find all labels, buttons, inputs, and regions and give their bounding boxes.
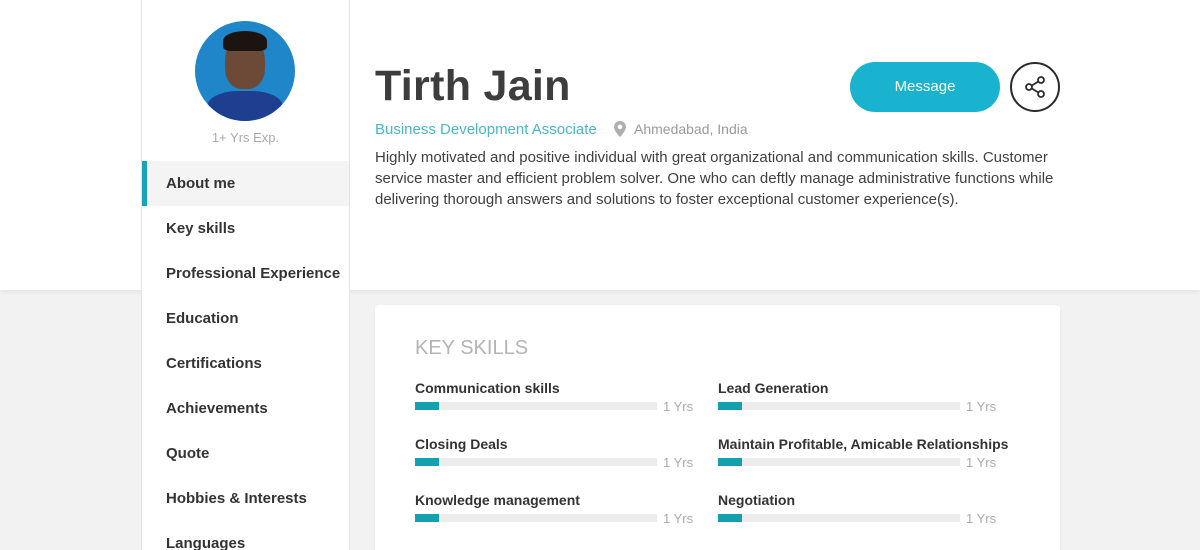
share-icon <box>1025 76 1045 98</box>
skill-progress-bar <box>415 402 657 410</box>
skill-progress-fill <box>415 514 440 522</box>
skill-progress-fill <box>415 458 440 466</box>
key-skills-title: KEY SKILLS <box>415 337 529 359</box>
profile-location: Ahmedabad, India <box>614 121 748 137</box>
share-button[interactable] <box>1010 62 1060 112</box>
skill-item: Communication skills 1 Yrs <box>415 380 695 420</box>
skill-years: 1 Yrs <box>663 455 694 470</box>
skill-name: Maintain Profitable, Amicable Relationsh… <box>718 436 1009 452</box>
skill-progress-fill <box>718 514 743 522</box>
skill-name: Lead Generation <box>718 380 829 396</box>
skill-progress-bar <box>718 402 960 410</box>
skill-years: 1 Yrs <box>966 511 997 526</box>
skill-progress-bar <box>415 458 657 466</box>
sidebar-item-languages[interactable]: Languages <box>142 521 349 550</box>
skill-item: Closing Deals 1 Yrs <box>415 436 695 476</box>
skill-progress-bar <box>415 514 657 522</box>
sidebar-item-achievements[interactable]: Achievements <box>142 386 349 431</box>
profile-role: Business Development Associate <box>375 121 597 138</box>
skill-progress-bar <box>718 514 960 522</box>
skill-item: Knowledge management 1 Yrs <box>415 492 695 532</box>
profile-bio: Highly motivated and positive individual… <box>375 149 1054 208</box>
skill-progress-fill <box>718 458 743 466</box>
message-button[interactable]: Message <box>850 62 1000 112</box>
skill-name: Communication skills <box>415 380 560 396</box>
profile-name: Tirth Jain <box>375 62 571 110</box>
avatar <box>195 21 295 121</box>
key-skills-card: KEY SKILLS Communication skills 1 Yrs Le… <box>375 305 1060 550</box>
skill-item: Lead Generation 1 Yrs <box>718 380 998 420</box>
skill-years: 1 Yrs <box>966 399 997 414</box>
sidebar-item-about-me[interactable]: About me <box>142 161 349 206</box>
sidebar-nav: About me Key skills Professional Experie… <box>142 161 349 550</box>
skill-progress-fill <box>718 402 743 410</box>
sidebar-item-professional-experience[interactable]: Professional Experience <box>142 251 349 296</box>
experience-label: 1+ Yrs Exp. <box>211 130 280 145</box>
location-pin-icon <box>614 121 626 137</box>
skill-years: 1 Yrs <box>663 511 694 526</box>
skill-years: 1 Yrs <box>966 455 997 470</box>
skill-name: Negotiation <box>718 492 795 508</box>
sidebar: 1+ Yrs Exp. About me Key skills Professi… <box>141 0 350 550</box>
skill-progress-fill <box>415 402 440 410</box>
location-text: Ahmedabad, India <box>634 121 748 137</box>
sidebar-item-certifications[interactable]: Certifications <box>142 341 349 386</box>
skill-years: 1 Yrs <box>663 399 694 414</box>
skill-name: Closing Deals <box>415 436 508 452</box>
skill-item: Negotiation 1 Yrs <box>718 492 998 532</box>
sidebar-item-hobbies-interests[interactable]: Hobbies & Interests <box>142 476 349 521</box>
sidebar-item-quote[interactable]: Quote <box>142 431 349 476</box>
sidebar-item-key-skills[interactable]: Key skills <box>142 206 349 251</box>
skill-name: Knowledge management <box>415 492 580 508</box>
skill-item: Maintain Profitable, Amicable Relationsh… <box>718 436 1018 476</box>
sidebar-item-education[interactable]: Education <box>142 296 349 341</box>
skill-progress-bar <box>718 458 960 466</box>
